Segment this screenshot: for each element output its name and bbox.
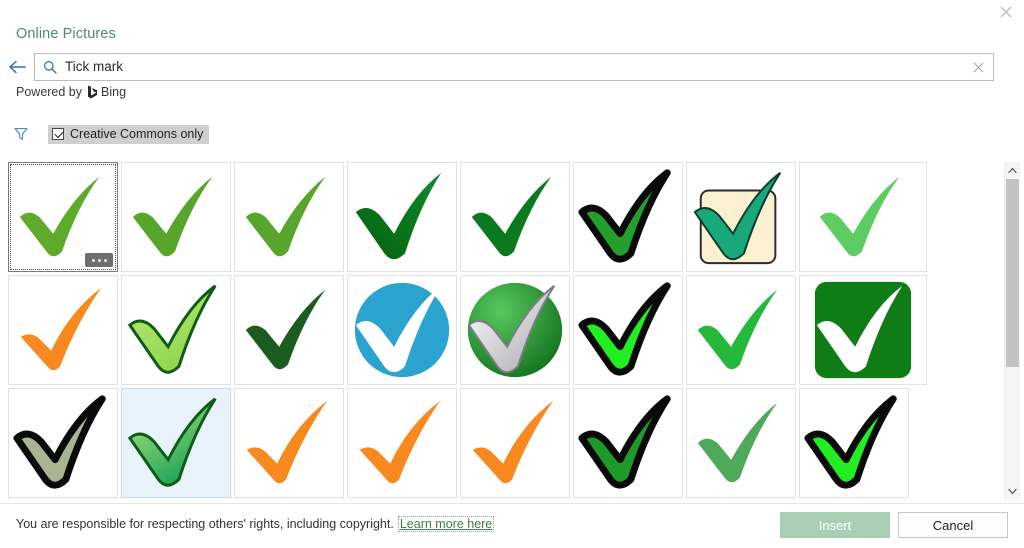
result-thumbnail-dark-green-check-bold[interactable] — [234, 275, 344, 385]
more-options-icon[interactable] — [85, 253, 113, 267]
result-thumbnail-grey-green-check-outline[interactable] — [8, 388, 118, 498]
results-grid — [8, 162, 1006, 500]
result-thumbnail-medium-green-check[interactable] — [686, 388, 796, 498]
result-thumbnail-green-check-black-outline-2[interactable] — [573, 388, 683, 498]
search-box[interactable] — [34, 53, 994, 81]
powered-by-bing: Powered by Bing — [16, 85, 126, 99]
scrollbar-thumb[interactable] — [1006, 179, 1019, 367]
result-thumbnail-orange-check-thin[interactable] — [8, 275, 118, 385]
result-thumbnail-silver-check-green-circle[interactable] — [460, 275, 570, 385]
result-thumbnail-green-check-3d-gradient[interactable] — [121, 275, 231, 385]
result-thumbnail-green-check-black-thick-outline[interactable] — [573, 275, 683, 385]
result-thumbnail-small-green-check-reflection[interactable] — [686, 275, 796, 385]
result-thumbnail-dark-green-check[interactable] — [460, 162, 570, 272]
page-title: Online Pictures — [16, 26, 116, 42]
bing-label: Bing — [101, 85, 127, 99]
search-input[interactable] — [65, 55, 963, 79]
footer-divider — [0, 503, 1024, 504]
filter-funnel-icon[interactable] — [0, 123, 42, 145]
copyright-text: You are responsible for respecting other… — [16, 517, 394, 531]
copyright-notice: You are responsible for respecting other… — [16, 516, 495, 532]
result-thumbnail-green-check-flat-2[interactable] — [234, 162, 344, 272]
cancel-button[interactable]: Cancel — [898, 512, 1008, 538]
result-thumbnail-teal-check-on-cream-box[interactable] — [686, 162, 796, 272]
scrollbar-track[interactable] — [1005, 179, 1020, 483]
search-icon — [35, 54, 65, 80]
result-thumbnail-bright-green-check-black-outline[interactable] — [799, 388, 909, 498]
back-arrow-icon[interactable] — [0, 53, 34, 81]
creative-commons-label: Creative Commons only — [70, 127, 204, 141]
insert-button[interactable]: Insert — [780, 512, 890, 538]
close-icon[interactable] — [996, 2, 1016, 22]
results-scrollbar[interactable] — [1004, 162, 1020, 500]
checkbox-checked-icon — [52, 128, 64, 140]
filter-bar: Creative Commons only — [0, 123, 210, 145]
result-thumbnail-white-check-green-rounded-square[interactable] — [799, 275, 927, 385]
powered-by-label: Powered by — [16, 85, 83, 99]
result-thumbnail-green-check-thick[interactable] — [8, 162, 118, 272]
chevron-down-icon[interactable] — [1005, 483, 1020, 500]
search-bar — [0, 53, 1024, 81]
result-thumbnail-white-check-blue-circle[interactable] — [347, 275, 457, 385]
result-thumbnail-orange-check-bold[interactable] — [347, 388, 457, 498]
result-thumbnail-green-check-black-outline[interactable] — [573, 162, 683, 272]
dialog-actions: Insert Cancel — [780, 512, 1008, 538]
chevron-up-icon[interactable] — [1005, 162, 1020, 179]
online-pictures-dialog: Online Pictures Powered by — [0, 0, 1024, 548]
result-thumbnail-green-check-gradient-dark[interactable] — [347, 162, 457, 272]
result-thumbnail-orange-check-thin-2[interactable] — [234, 388, 344, 498]
clear-icon[interactable] — [963, 54, 993, 80]
result-thumbnail-green-check-flat-1[interactable] — [121, 162, 231, 272]
result-thumbnail-teal-check-bevel[interactable] — [121, 388, 231, 498]
bing-logo-icon — [87, 85, 98, 99]
result-thumbnail-orange-check-thin-3[interactable] — [460, 388, 570, 498]
creative-commons-only-checkbox[interactable]: Creative Commons only — [48, 124, 210, 144]
learn-more-link[interactable]: Learn more here — [397, 516, 495, 532]
result-thumbnail-light-green-check-shadow[interactable] — [799, 162, 927, 272]
